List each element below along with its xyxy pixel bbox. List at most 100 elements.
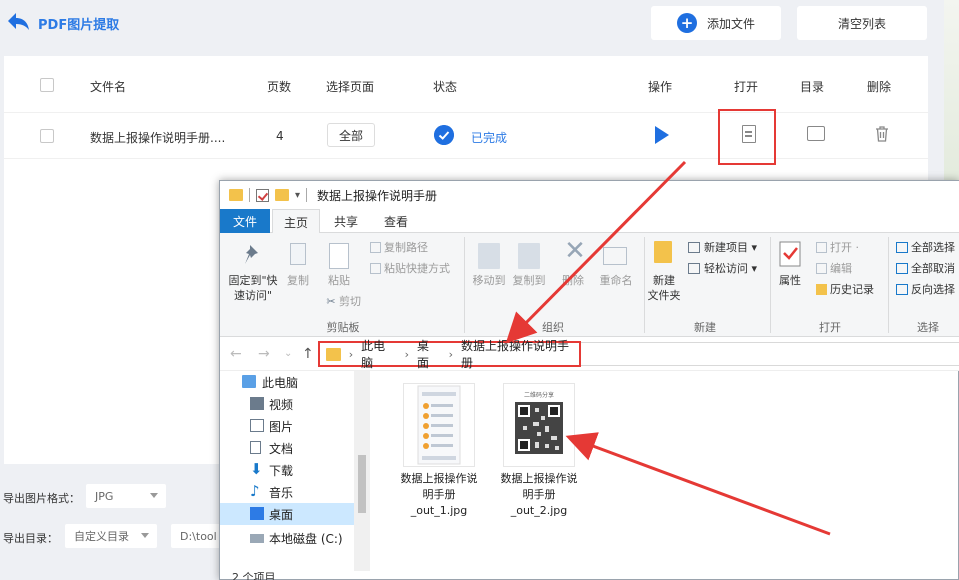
play-icon[interactable] bbox=[655, 126, 669, 144]
new-folder-icon bbox=[654, 241, 672, 263]
breadcrumb-desktop[interactable]: 桌面 bbox=[417, 337, 441, 371]
cut-button[interactable]: 剪切 bbox=[339, 294, 367, 309]
invert-selection-button[interactable]: 反向选择 bbox=[911, 282, 959, 297]
add-file-label: 添加文件 bbox=[706, 16, 755, 31]
nav-item-local-disk[interactable]: 本地磁盘 (C:) bbox=[220, 527, 354, 549]
nav-scrollbar[interactable] bbox=[354, 371, 370, 571]
video-icon bbox=[250, 397, 264, 410]
up-icon[interactable]: ↑ bbox=[302, 346, 314, 362]
address-path[interactable]: › 此电脑 › 桌面 › 数据上报操作说明手册 bbox=[318, 339, 581, 370]
col-action: 操作 bbox=[648, 80, 673, 94]
easy-access-icon bbox=[688, 263, 700, 274]
select-all-button[interactable]: 全部选择 bbox=[911, 240, 959, 255]
forward-icon[interactable]: → bbox=[258, 346, 270, 362]
file-name-2[interactable]: 数据上报操作说 明手册 _out_2.jpg bbox=[493, 471, 585, 519]
copy-to-icon bbox=[518, 243, 540, 269]
new-folder-button[interactable]: 新建 文件夹 bbox=[645, 273, 683, 303]
monitor-icon bbox=[242, 375, 256, 388]
tab-view[interactable]: 查看 bbox=[374, 209, 418, 233]
trash-icon[interactable] bbox=[875, 126, 889, 142]
chevron-down-icon bbox=[150, 493, 158, 498]
row-filename: 数据上报操作说明手册.... bbox=[90, 131, 226, 145]
easy-access-button[interactable]: 轻松访问 ▾ bbox=[704, 261, 768, 276]
properties-icon[interactable] bbox=[256, 188, 269, 202]
edit-button[interactable]: 编辑 bbox=[830, 261, 870, 276]
col-filename: 文件名 bbox=[90, 80, 127, 94]
quick-access-dropdown-icon[interactable]: ▾ bbox=[295, 190, 300, 201]
clipboard-group-label: 剪贴板 bbox=[326, 321, 360, 334]
copy-path-button[interactable]: 复制路径 bbox=[384, 240, 444, 255]
breadcrumb-this-pc[interactable]: 此电脑 bbox=[361, 337, 396, 371]
document-icon bbox=[250, 441, 261, 454]
tab-file[interactable]: 文件 bbox=[220, 209, 270, 233]
nav-item-video[interactable]: 视频 bbox=[220, 393, 354, 415]
back-arrow-icon[interactable] bbox=[6, 11, 30, 31]
format-label: 导出图片格式： bbox=[3, 492, 80, 505]
select-group-label: 选择 bbox=[917, 321, 939, 334]
pin-quick-access-button[interactable]: 固定到"快 速访问" bbox=[224, 273, 282, 303]
row-status: 已完成 bbox=[471, 131, 508, 145]
open-button[interactable]: 打开 · bbox=[830, 240, 870, 255]
properties-button[interactable]: 属性 bbox=[774, 273, 806, 288]
move-to-button[interactable]: 移动到 bbox=[469, 273, 509, 288]
tab-share[interactable]: 共享 bbox=[324, 209, 368, 233]
file-thumbnail-2[interactable]: 二维码分享 bbox=[503, 383, 575, 467]
copy-to-button[interactable]: 复制到 bbox=[509, 273, 549, 288]
plus-icon: + bbox=[676, 13, 697, 33]
nav-item-pictures[interactable]: 图片 bbox=[220, 415, 354, 437]
address-bar: ← → ⌄ ↑ › 此电脑 › 桌面 › 数据上报操作说明手册 bbox=[220, 337, 959, 371]
new-item-button[interactable]: 新建项目 ▾ bbox=[704, 240, 768, 255]
download-icon: ⬇ bbox=[250, 460, 263, 478]
copy-button[interactable]: 复制 bbox=[284, 273, 312, 288]
open-highlight-box bbox=[718, 109, 776, 165]
explorer-titlebar: ▾ 数据上报操作说明手册 bbox=[220, 181, 959, 209]
delete-button[interactable]: 删除 bbox=[558, 273, 588, 288]
invert-selection-icon bbox=[896, 284, 908, 295]
folder-icon bbox=[229, 189, 243, 201]
paste-button[interactable]: 粘贴 bbox=[324, 273, 354, 288]
new-folder-icon[interactable] bbox=[275, 189, 289, 201]
rename-button[interactable]: 重命名 bbox=[594, 273, 638, 288]
qr-caption: 二维码分享 bbox=[523, 392, 554, 399]
app-header: PDF图片提取 + 添加文件 清空列表 bbox=[0, 0, 944, 50]
copy-path-icon bbox=[370, 242, 381, 253]
col-delete: 删除 bbox=[867, 80, 892, 94]
nav-item-downloads[interactable]: ⬇ 下载 bbox=[220, 459, 354, 481]
paste-icon bbox=[329, 243, 349, 269]
qr-code-icon bbox=[515, 402, 563, 454]
format-select[interactable]: JPG bbox=[86, 484, 166, 508]
new-item-icon bbox=[688, 242, 700, 253]
table-row: 数据上报操作说明手册.... 4 全部 已完成 bbox=[4, 113, 928, 159]
table-header: 文件名 页数 选择页面 状态 操作 打开 目录 删除 bbox=[4, 56, 928, 113]
file-thumbnail-1[interactable] bbox=[403, 383, 475, 467]
address-empty-area[interactable] bbox=[581, 342, 959, 366]
select-none-button[interactable]: 全部取消 bbox=[911, 261, 959, 276]
clear-list-button[interactable]: 清空列表 bbox=[797, 6, 927, 40]
desktop-icon bbox=[250, 507, 264, 520]
navigation-pane: 此电脑 视频 图片 文档 ⬇ 下载 ♪ 音乐 桌面 本地磁盘 (C:) bbox=[220, 371, 370, 571]
page-range-button[interactable]: 全部 bbox=[327, 123, 375, 147]
dir-select[interactable]: 自定义目录 bbox=[65, 524, 157, 548]
tab-home[interactable]: 主页 bbox=[272, 209, 320, 234]
ribbon: 固定到"快 速访问" 复制 粘贴 复制路径 粘贴快捷方式 ✂ 剪切 剪贴板 移动… bbox=[220, 233, 959, 337]
row-checkbox[interactable] bbox=[40, 129, 54, 143]
row-pages: 4 bbox=[276, 129, 284, 143]
select-none-icon bbox=[896, 263, 908, 274]
recent-dropdown-icon[interactable]: ⌄ bbox=[284, 348, 292, 359]
file-name-1[interactable]: 数据上报操作说 明手册 _out_1.jpg bbox=[393, 471, 485, 519]
nav-scrollbar-thumb[interactable] bbox=[358, 455, 366, 513]
nav-item-documents[interactable]: 文档 bbox=[220, 437, 354, 459]
back-icon[interactable]: ← bbox=[230, 346, 242, 362]
nav-item-this-pc[interactable]: 此电脑 bbox=[220, 371, 354, 393]
history-button[interactable]: 历史记录 bbox=[830, 282, 890, 297]
add-file-button[interactable]: + 添加文件 bbox=[651, 6, 781, 40]
paste-shortcut-icon bbox=[370, 263, 381, 274]
picture-icon bbox=[250, 419, 264, 432]
chevron-down-icon bbox=[141, 533, 149, 538]
select-all-checkbox[interactable] bbox=[40, 78, 54, 92]
paste-shortcut-button[interactable]: 粘贴快捷方式 bbox=[384, 261, 464, 276]
breadcrumb-folder[interactable]: 数据上报操作说明手册 bbox=[461, 337, 579, 371]
nav-item-music[interactable]: ♪ 音乐 bbox=[220, 481, 354, 503]
folder-icon[interactable] bbox=[807, 126, 825, 141]
nav-item-desktop[interactable]: 桌面 bbox=[220, 503, 354, 525]
